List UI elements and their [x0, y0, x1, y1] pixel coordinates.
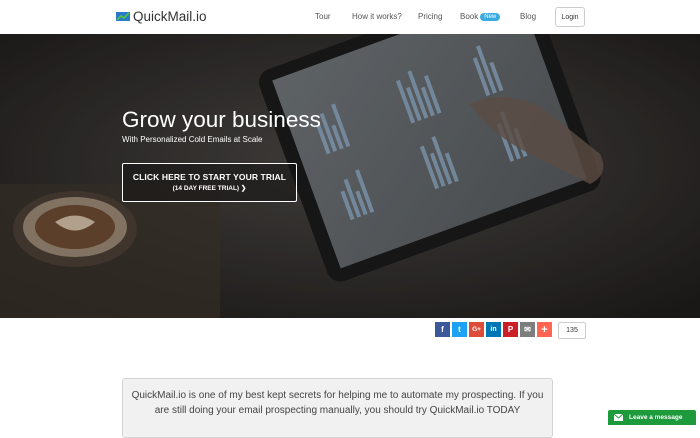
more-share-button[interactable]: +	[537, 322, 552, 337]
leave-message-chat-button[interactable]: Leave a message	[608, 410, 696, 425]
email-share-button[interactable]: ✉	[520, 322, 535, 337]
chevron-right-icon: ❯	[240, 185, 247, 192]
twitter-share-button[interactable]: t	[452, 322, 467, 337]
testimonial-text: QuickMail.io is one of my best kept secr…	[131, 390, 544, 416]
hero-section: Grow your business With Personalized Col…	[0, 34, 700, 318]
cta-sub-text: (14 DAY FREE TRIAL)	[172, 185, 240, 192]
nav-link-pricing[interactable]: Pricing	[418, 12, 442, 21]
google-plus-share-button[interactable]: G+	[469, 322, 484, 337]
hero-subtitle: With Personalized Cold Emails at Scale	[122, 135, 263, 144]
share-count: 135	[558, 322, 586, 339]
cta-main-label: CLICK HERE TO START YOUR TRIAL	[132, 172, 287, 182]
linkedin-share-button[interactable]: in	[486, 322, 501, 337]
login-button[interactable]: Login	[555, 7, 585, 27]
hero-background-image	[0, 34, 700, 318]
brand-name: QuickMail.io	[133, 9, 207, 24]
logo-chart-icon	[116, 12, 130, 21]
chat-envelope-icon	[614, 414, 623, 421]
hero-title: Grow your business	[122, 107, 321, 132]
nav-link-book-label: Book	[460, 12, 479, 21]
nav-link-blog[interactable]: Blog	[520, 12, 536, 21]
social-share-bar: f t G+ in P ✉ +	[435, 322, 552, 337]
nav-link-how-it-works[interactable]: How it works?	[352, 12, 402, 21]
new-badge: New	[480, 13, 501, 21]
nav-link-book[interactable]: Book New	[460, 12, 501, 21]
top-navbar: QuickMail.io Tour How it works? Pricing …	[0, 0, 700, 34]
nav-link-tour[interactable]: Tour	[315, 12, 331, 21]
cta-sub-label: (14 DAY FREE TRIAL) ❯	[123, 184, 296, 192]
testimonial-box: QuickMail.io is one of my best kept secr…	[122, 378, 553, 438]
pinterest-share-button[interactable]: P	[503, 322, 518, 337]
start-trial-button[interactable]: CLICK HERE TO START YOUR TRIAL (14 DAY F…	[122, 163, 297, 202]
facebook-share-button[interactable]: f	[435, 322, 450, 337]
brand-logo[interactable]: QuickMail.io	[116, 9, 207, 24]
leave-message-label: Leave a message	[629, 414, 683, 421]
